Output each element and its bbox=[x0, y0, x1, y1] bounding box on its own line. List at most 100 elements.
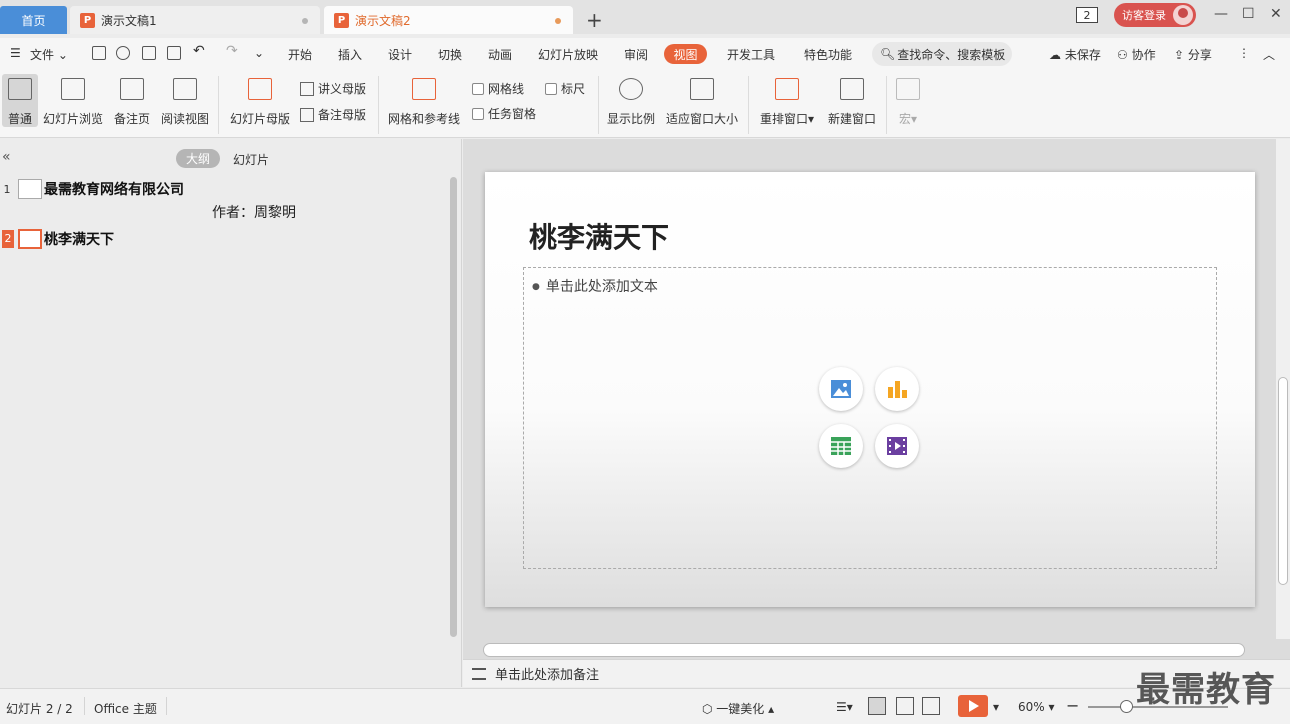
slide-master-icon bbox=[248, 78, 272, 100]
close-button[interactable]: ✕ bbox=[1270, 6, 1282, 22]
fit-window-button[interactable]: 适应窗口大小 bbox=[664, 74, 740, 127]
play-slideshow-button[interactable] bbox=[958, 695, 988, 717]
editor-horizontal-scrollbar[interactable] bbox=[483, 643, 1245, 657]
minimize-button[interactable]: — bbox=[1214, 6, 1228, 22]
tab-document-2[interactable]: P 演示文稿2 bbox=[324, 6, 573, 34]
notes-toggle-icon[interactable]: ☰▾ bbox=[836, 700, 853, 714]
collapse-pane-icon[interactable]: « bbox=[2, 149, 11, 165]
outline-slide-2[interactable]: 2 桃李满天下 bbox=[0, 229, 114, 249]
reading-view-icon[interactable] bbox=[922, 697, 940, 715]
menu-transitions[interactable]: 切换 bbox=[438, 46, 462, 63]
separator bbox=[378, 76, 379, 134]
editor-vertical-scrollbar[interactable] bbox=[1276, 139, 1290, 639]
command-search[interactable]: 🔍︎ 查找命令、搜索模板 bbox=[872, 42, 1012, 66]
tab-slides[interactable]: 幻灯片 bbox=[233, 151, 269, 168]
insert-picture-button[interactable] bbox=[819, 367, 863, 411]
outline-slide-1[interactable]: 1 最需教育网络有限公司 bbox=[0, 179, 184, 199]
new-window-button[interactable]: 新建窗口 bbox=[826, 74, 878, 127]
slide-master-button[interactable]: 幻灯片母版 bbox=[228, 74, 292, 127]
menu-view[interactable]: 视图 bbox=[664, 44, 707, 64]
normal-view-icon bbox=[8, 78, 32, 100]
gridlines-checkbox[interactable]: 网格线 bbox=[472, 80, 524, 97]
menu-animations[interactable]: 动画 bbox=[488, 46, 512, 63]
notes-page-button[interactable]: 备注页 bbox=[112, 74, 152, 127]
menu-hamburger-icon[interactable]: ☰ bbox=[10, 46, 21, 60]
task-pane-checkbox[interactable]: 任务窗格 bbox=[472, 105, 536, 122]
outline-scrollbar[interactable] bbox=[450, 177, 457, 637]
insert-table-button[interactable] bbox=[819, 424, 863, 468]
checkbox-icon bbox=[472, 107, 484, 120]
zoom-level[interactable]: 60% ▾ bbox=[1018, 700, 1055, 714]
outline-title[interactable]: 最需教育网络有限公司 bbox=[44, 179, 184, 199]
customize-toolbar-icon[interactable]: ⌄ bbox=[254, 46, 264, 60]
menu-home[interactable]: 开始 bbox=[288, 46, 312, 63]
menu-special-features[interactable]: 特色功能 bbox=[804, 46, 852, 63]
outline-pane: « 大纲 幻灯片 1 最需教育网络有限公司 作者：周黎明 2 桃李满天下 bbox=[0, 139, 462, 687]
handout-master-button[interactable]: 讲义母版 bbox=[300, 80, 366, 97]
format-painter-icon[interactable] bbox=[116, 46, 130, 60]
checkbox-icon bbox=[545, 82, 557, 95]
menu-design[interactable]: 设计 bbox=[388, 46, 412, 63]
window-count-badge[interactable]: 2 bbox=[1076, 7, 1098, 23]
outline-subtitle[interactable]: 作者：周黎明 bbox=[212, 202, 296, 222]
avatar-icon bbox=[1173, 5, 1193, 25]
menu-review[interactable]: 审阅 bbox=[624, 46, 648, 63]
notes-placeholder[interactable]: 单击此处添加备注 bbox=[495, 664, 599, 683]
share-button[interactable]: ⇪ 分享 bbox=[1174, 46, 1212, 63]
notes-master-button[interactable]: 备注母版 bbox=[300, 106, 366, 123]
slide-sorter-icon[interactable] bbox=[896, 697, 914, 715]
insert-video-button[interactable] bbox=[875, 424, 919, 468]
slide-editor: 桃李满天下 单击此处添加文本 bbox=[463, 139, 1290, 687]
close-tab-dot[interactable] bbox=[302, 18, 308, 24]
unsaved-dot[interactable] bbox=[555, 18, 561, 24]
menu-insert[interactable]: 插入 bbox=[338, 46, 362, 63]
zoom-slider-knob[interactable] bbox=[1120, 700, 1133, 713]
tab-outline[interactable]: 大纲 bbox=[176, 149, 220, 168]
grid-icon bbox=[412, 78, 436, 100]
ruler-checkbox[interactable]: 标尺 bbox=[545, 80, 585, 97]
home-tab[interactable]: 首页 bbox=[0, 6, 67, 34]
collapse-ribbon-icon[interactable]: ︿ bbox=[1263, 46, 1275, 63]
content-placeholder[interactable]: 单击此处添加文本 bbox=[523, 267, 1217, 569]
beautify-button[interactable]: ⬡ 一键美化 ▴ bbox=[702, 700, 774, 717]
scrollbar-thumb[interactable] bbox=[1278, 377, 1288, 585]
play-options-icon[interactable]: ▾ bbox=[993, 700, 999, 714]
save-icon[interactable] bbox=[92, 46, 106, 60]
maximize-button[interactable]: ☐ bbox=[1242, 6, 1255, 22]
outline-title[interactable]: 桃李满天下 bbox=[44, 229, 114, 249]
reading-view-button[interactable]: 阅读视图 bbox=[160, 74, 210, 127]
normal-view-button[interactable]: 普通 bbox=[2, 74, 38, 127]
print-icon[interactable] bbox=[142, 46, 156, 60]
tab-bar: 首页 P 演示文稿1 P 演示文稿2 + 2 访客登录 — ☐ ✕ bbox=[0, 0, 1290, 34]
more-options-icon[interactable]: ⋮ bbox=[1238, 46, 1250, 60]
unsaved-status[interactable]: ☁ 未保存 bbox=[1049, 46, 1101, 63]
separator bbox=[598, 76, 599, 134]
menu-developer[interactable]: 开发工具 bbox=[727, 46, 775, 63]
arrange-windows-button[interactable]: 重排窗口▾ bbox=[756, 74, 818, 127]
tab-document-1[interactable]: P 演示文稿1 bbox=[70, 6, 320, 34]
zoom-button[interactable]: 显示比例 bbox=[606, 74, 656, 127]
slide-sorter-button[interactable]: 幻灯片浏览 bbox=[42, 74, 104, 127]
file-menu[interactable]: 文件 ⌄ bbox=[30, 46, 68, 63]
new-tab-button[interactable]: + bbox=[586, 8, 603, 32]
collaborate-button[interactable]: ⚇ 协作 bbox=[1117, 46, 1156, 63]
normal-view-icon[interactable] bbox=[868, 697, 886, 715]
print-preview-icon[interactable] bbox=[167, 46, 181, 60]
slide-title[interactable]: 桃李满天下 bbox=[529, 216, 669, 256]
grid-guides-button[interactable]: 网格和参考线 bbox=[386, 74, 462, 127]
login-button[interactable]: 访客登录 bbox=[1114, 3, 1196, 27]
undo-icon[interactable]: ↶ bbox=[193, 43, 205, 59]
zoom-out-icon[interactable]: − bbox=[1066, 696, 1079, 715]
redo-icon[interactable]: ↷ bbox=[226, 43, 238, 59]
macro-button[interactable]: 宏▾ bbox=[896, 74, 920, 127]
separator bbox=[84, 697, 85, 715]
placeholder-text[interactable]: 单击此处添加文本 bbox=[532, 276, 658, 296]
insert-chart-button[interactable] bbox=[875, 367, 919, 411]
menu-slideshow[interactable]: 幻灯片放映 bbox=[538, 46, 598, 63]
reading-view-icon bbox=[173, 78, 197, 100]
video-icon bbox=[887, 437, 907, 455]
notes-master-icon bbox=[300, 107, 314, 122]
theme-name[interactable]: Office 主题 bbox=[94, 700, 157, 717]
checkbox-icon bbox=[472, 82, 484, 95]
slide-canvas[interactable]: 桃李满天下 单击此处添加文本 bbox=[485, 172, 1255, 607]
